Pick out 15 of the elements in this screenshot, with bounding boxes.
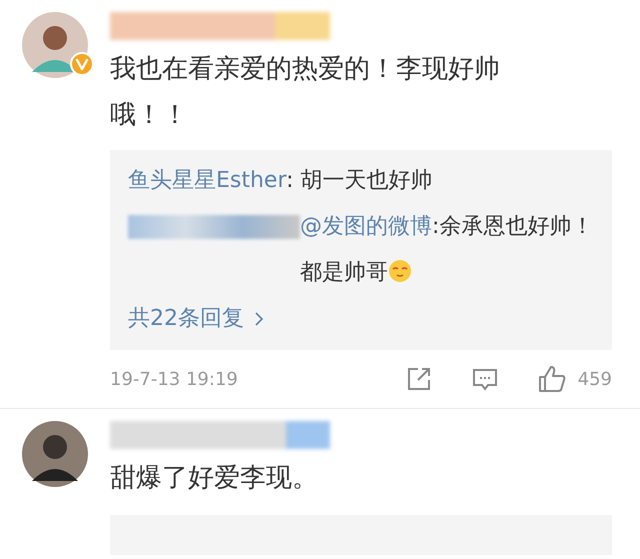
mention-link[interactable]: @发图的微博 [300,214,432,239]
reply-text: : 胡一天也好帅 [286,168,433,193]
comment-icon[interactable] [472,366,498,392]
comment-time: 19-7-13 19:19 [110,368,238,390]
more-replies-link[interactable]: 共22条回复 [128,296,244,342]
reply-author[interactable]: 鱼头星星Esther [128,168,286,193]
like-count: 459 [578,368,612,390]
thumbs-up-icon[interactable] [538,365,566,393]
avatar[interactable] [22,421,88,487]
chevron-right-icon[interactable] [254,311,264,327]
comment-text: 甜爆了好爱李现。 [110,462,319,495]
share-icon[interactable] [406,366,432,392]
smiling-emoji-icon [388,259,412,283]
comment-text: 我也在看亲爱的热爱的！李现好帅哦！！ [110,53,501,132]
reply-text: @发图的微博:余承恩也好帅！都是帅哥 [300,213,594,287]
